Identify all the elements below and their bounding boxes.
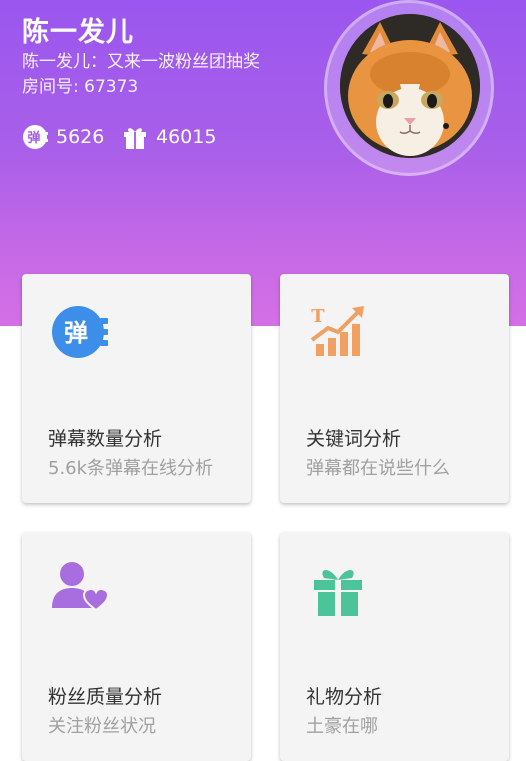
card-subtitle: 土豪在哪 xyxy=(306,716,378,737)
room-title: 陈一发儿：又来一波粉丝团抽奖 xyxy=(22,52,260,72)
danmu-stat: 弹 5626 xyxy=(22,122,104,152)
room-number: 房间号: 67373 xyxy=(22,77,139,97)
danmu-icon-char: 弹 xyxy=(64,319,88,347)
card-danmu-analysis[interactable]: 弹 弹幕数量分析 5.6k条弹幕在线分析 xyxy=(22,274,251,503)
card-title: 粉丝质量分析 xyxy=(48,686,163,708)
card-title: 关键词分析 xyxy=(306,428,402,450)
danmu-icon: 弹 xyxy=(23,125,48,149)
avatar[interactable] xyxy=(340,14,480,158)
keyword-chart-icon: T xyxy=(310,306,364,356)
gift-stat: 46015 xyxy=(122,122,216,152)
card-subtitle: 弹幕都在说些什么 xyxy=(306,458,450,479)
danmu-icon-char: 弹 xyxy=(27,130,40,146)
user-heart-icon xyxy=(52,562,110,612)
cat-avatar-image xyxy=(340,14,480,158)
danmu-icon: 弹 xyxy=(52,306,108,358)
danmu-count: 5626 xyxy=(56,126,105,148)
streamer-name: 陈一发儿 xyxy=(22,17,134,48)
card-title: 弹幕数量分析 xyxy=(48,428,163,450)
gift-icon xyxy=(314,570,362,616)
card-subtitle: 5.6k条弹幕在线分析 xyxy=(48,458,214,479)
gift-icon xyxy=(124,128,146,149)
card-title: 礼物分析 xyxy=(306,686,383,708)
card-keyword-analysis[interactable]: T 关键词分析 弹幕都在说些什么 xyxy=(280,274,509,503)
card-fans-analysis[interactable]: 粉丝质量分析 关注粉丝状况 xyxy=(22,532,251,761)
keyword-icon-char: T xyxy=(311,306,325,327)
card-subtitle: 关注粉丝状况 xyxy=(48,716,156,737)
gift-count: 46015 xyxy=(156,126,217,148)
card-gift-analysis[interactable]: 礼物分析 土豪在哪 xyxy=(280,532,509,761)
